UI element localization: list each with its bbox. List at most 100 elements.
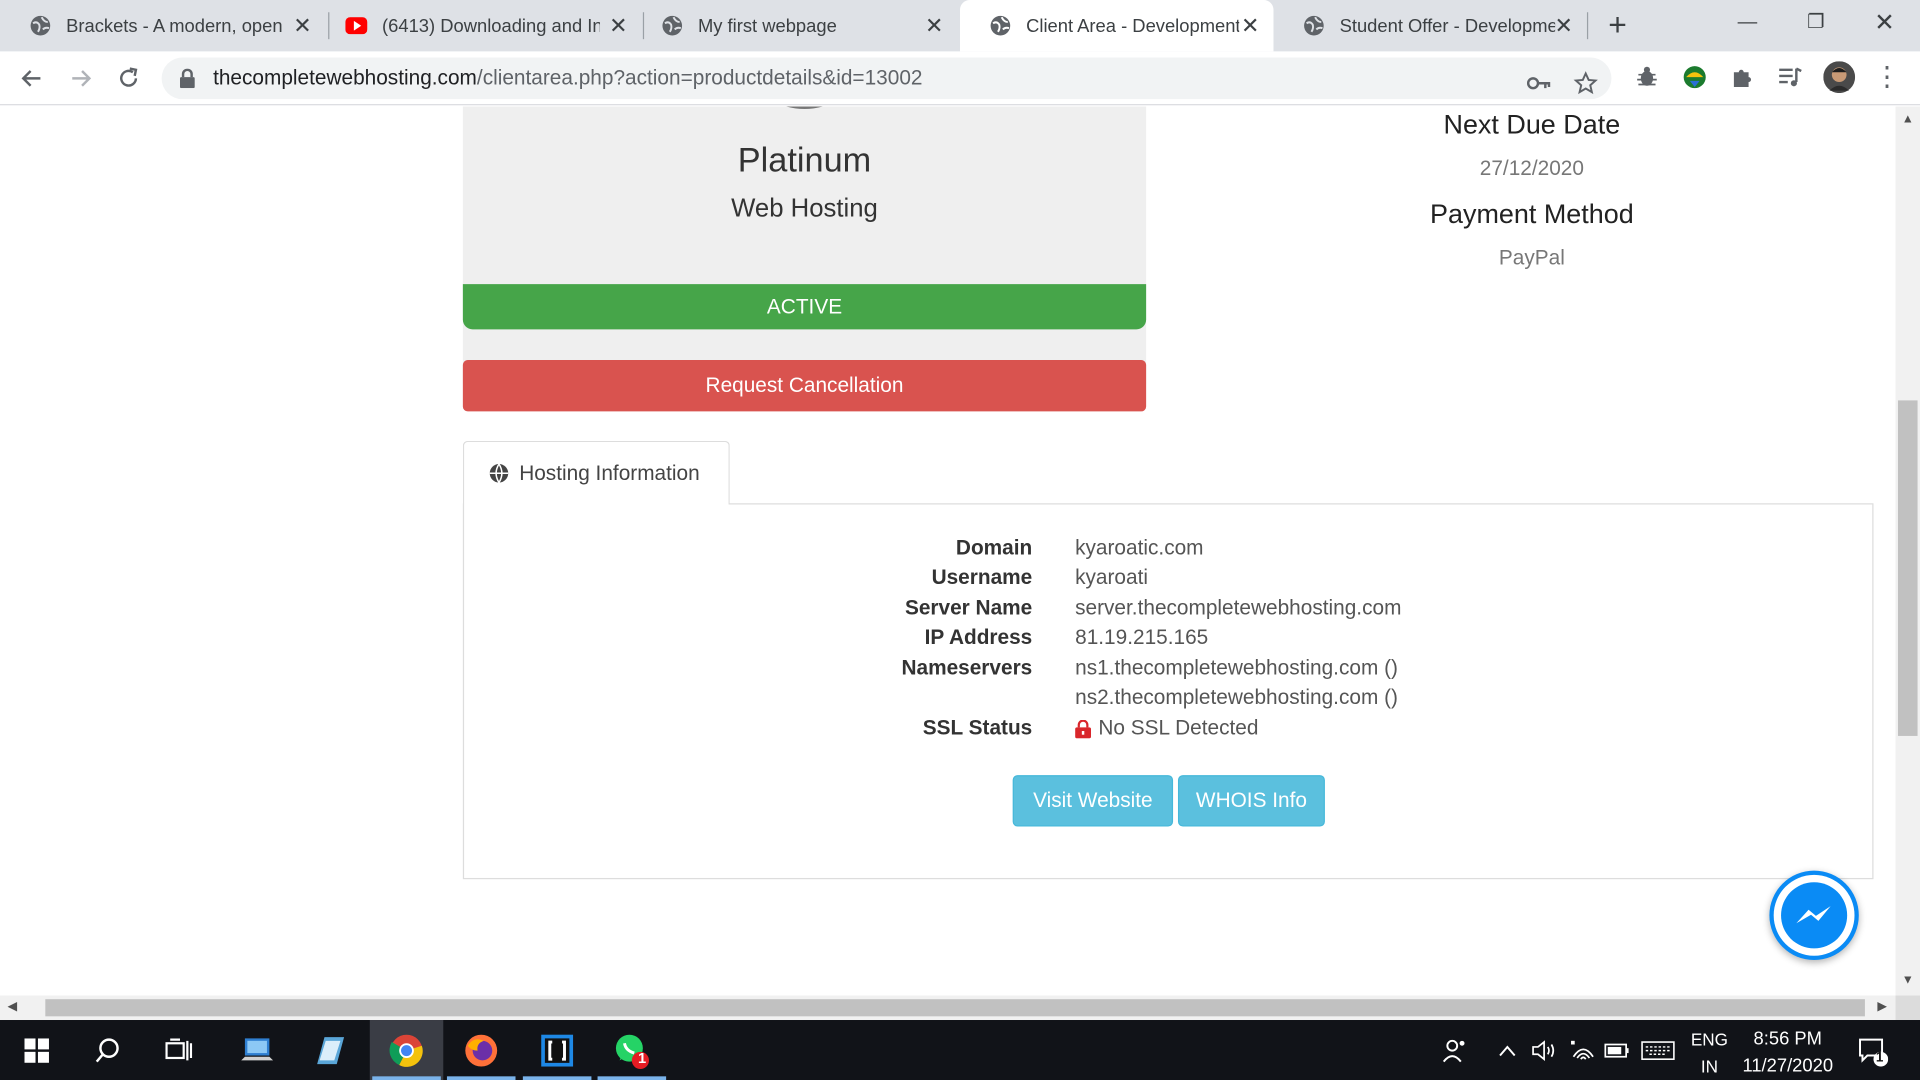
- idm-extension-icon[interactable]: [1679, 61, 1711, 93]
- close-icon[interactable]: ✕: [1553, 15, 1575, 37]
- windows-start-button[interactable]: [0, 1020, 73, 1080]
- restore-button[interactable]: ❐: [1788, 5, 1844, 42]
- back-arrow-icon: [21, 70, 41, 87]
- scroll-up-arrow-icon[interactable]: ▲: [1900, 113, 1915, 128]
- row-label: SSL Status: [922, 716, 1033, 740]
- scroll-left-arrow-icon[interactable]: ◀: [5, 1000, 20, 1015]
- tab-hosting-information[interactable]: Hosting Information: [462, 440, 730, 505]
- row-value: No SSL Detected: [1075, 716, 1258, 740]
- row-label: Username: [931, 565, 1033, 589]
- address-bar[interactable]: thecompletewebhosting.com/clientarea.php…: [161, 57, 1612, 100]
- close-icon[interactable]: ✕: [1239, 15, 1261, 37]
- tab-label: Brackets - A modern, open: [66, 15, 283, 37]
- browser-tab-student-offer[interactable]: Student Offer - Developme ✕: [1273, 0, 1586, 51]
- chrome-icon: [389, 1034, 423, 1067]
- close-icon[interactable]: ✕: [291, 15, 313, 37]
- language-indicator[interactable]: ENG IN: [1687, 1026, 1731, 1080]
- url-host: thecompletewebhosting.com: [213, 66, 477, 90]
- bug-extension-icon[interactable]: [1631, 61, 1663, 93]
- close-icon[interactable]: ✕: [923, 15, 945, 37]
- globe-icon: [489, 463, 509, 483]
- info-row-server-name: Server Name server.thecompletewebhosting…: [464, 596, 1875, 625]
- search-button[interactable]: [71, 1020, 144, 1080]
- taskbar-app-notes[interactable]: [294, 1020, 367, 1080]
- browser-tab-first-webpage[interactable]: My first webpage ✕: [632, 0, 958, 51]
- volume-icon[interactable]: [1528, 1020, 1560, 1080]
- taskbar-app-laptop[interactable]: [220, 1020, 293, 1080]
- vertical-scrollbar[interactable]: ▲ ▼: [1895, 106, 1920, 996]
- info-row-username: Username kyaroati: [464, 566, 1875, 595]
- battery-icon[interactable]: [1602, 1020, 1634, 1080]
- wifi-icon[interactable]: [1567, 1020, 1599, 1080]
- product-type: Web Hosting: [731, 194, 878, 223]
- tab-separator: [1586, 12, 1589, 40]
- search-icon: [95, 1037, 119, 1062]
- info-row-domain: Domain kyaroatic.com: [464, 536, 1875, 565]
- reload-button[interactable]: [111, 61, 145, 95]
- visit-website-button[interactable]: Visit Website: [1012, 775, 1174, 827]
- scrollbar-thumb[interactable]: [45, 999, 1865, 1017]
- browser-tab-client-area[interactable]: Client Area - Development ✕: [960, 0, 1274, 52]
- row-value: kyaroati: [1075, 565, 1149, 589]
- taskbar-app-chrome[interactable]: [369, 1020, 444, 1080]
- windows-logo-icon: [24, 1037, 49, 1063]
- taskbar-app-whatsapp[interactable]: 1: [595, 1020, 668, 1080]
- clock-time: 8:56 PM: [1753, 1028, 1822, 1050]
- new-tab-button[interactable]: +: [1602, 9, 1634, 42]
- tab-label: Student Offer - Developme: [1339, 15, 1556, 37]
- people-icon[interactable]: [1438, 1020, 1472, 1080]
- key-icon[interactable]: [1523, 67, 1555, 99]
- scroll-down-arrow-icon[interactable]: ▼: [1900, 973, 1915, 988]
- request-cancellation-button[interactable]: Request Cancellation: [462, 360, 1147, 412]
- globe-icon: [29, 15, 51, 37]
- messenger-chat-button[interactable]: [1769, 870, 1859, 961]
- url-text[interactable]: thecompletewebhosting.com/clientarea.php…: [213, 66, 922, 90]
- browser-tab-youtube[interactable]: (6413) Downloading and In ✕: [316, 0, 642, 51]
- close-icon[interactable]: ✕: [607, 15, 629, 37]
- info-row-nameservers: Nameservers ns1.thecompletewebhosting.co…: [464, 656, 1875, 685]
- notification-center-button[interactable]: 1: [1851, 1020, 1893, 1080]
- back-button[interactable]: [15, 61, 49, 95]
- taskbar-app-brackets[interactable]: [520, 1020, 593, 1080]
- avatar[interactable]: [1823, 61, 1856, 94]
- info-row-ssl-status: SSL Status No SSL Detected: [464, 716, 1875, 745]
- tab-label: My first webpage: [697, 15, 837, 37]
- scroll-right-arrow-icon[interactable]: ▶: [1875, 1000, 1890, 1015]
- browser-tab-brackets[interactable]: Brackets - A modern, open ✕: [0, 0, 326, 51]
- hosting-info-panel: Domain kyaroatic.com Username kyaroati S…: [462, 503, 1875, 880]
- laptop-icon: [241, 1037, 274, 1060]
- row-label: Nameservers: [901, 656, 1033, 680]
- youtube-icon: [345, 15, 368, 37]
- active-indicator: [372, 1076, 441, 1080]
- whois-info-button[interactable]: WHOIS Info: [1177, 775, 1325, 827]
- running-indicator: [522, 1076, 592, 1080]
- forward-button[interactable]: [64, 61, 98, 95]
- scrollbar-thumb[interactable]: [1897, 400, 1918, 736]
- info-row-nameserver-2: ns2.thecompletewebhosting.com (): [464, 686, 1875, 715]
- scrollbar-corner: [1895, 995, 1920, 1021]
- task-view-button[interactable]: [142, 1020, 215, 1080]
- taskbar-app-firefox[interactable]: [444, 1020, 517, 1080]
- kebab-menu-icon[interactable]: ⋮: [1871, 61, 1903, 93]
- media-control-icon[interactable]: [1774, 61, 1806, 93]
- product-icon-ring: [756, 106, 853, 109]
- url-path: /clientarea.php?action=productdetails&id…: [476, 66, 923, 90]
- padlock-icon: [1075, 719, 1092, 738]
- messenger-icon: [1773, 874, 1855, 956]
- next-due-date-heading: Next Due Date: [1443, 108, 1621, 140]
- keyboard-icon[interactable]: [1638, 1020, 1677, 1080]
- chevron-up-icon[interactable]: [1494, 1020, 1521, 1080]
- globe-icon: [989, 15, 1011, 37]
- close-window-button[interactable]: ✕: [1856, 5, 1912, 42]
- minimize-button[interactable]: —: [1719, 5, 1775, 42]
- lock-icon: [180, 68, 195, 89]
- star-icon[interactable]: [1570, 67, 1602, 99]
- clock-date: 11/27/2020: [1742, 1055, 1834, 1077]
- running-indicator: [597, 1076, 667, 1080]
- puzzle-extension-icon[interactable]: [1727, 61, 1759, 93]
- horizontal-scrollbar[interactable]: ◀ ▶: [0, 995, 1896, 1021]
- row-label: Server Name: [904, 596, 1033, 620]
- firefox-icon: [465, 1034, 498, 1066]
- system-clock[interactable]: 8:56 PM 11/27/2020: [1736, 1026, 1839, 1080]
- tab-label: (6413) Downloading and In: [382, 15, 601, 37]
